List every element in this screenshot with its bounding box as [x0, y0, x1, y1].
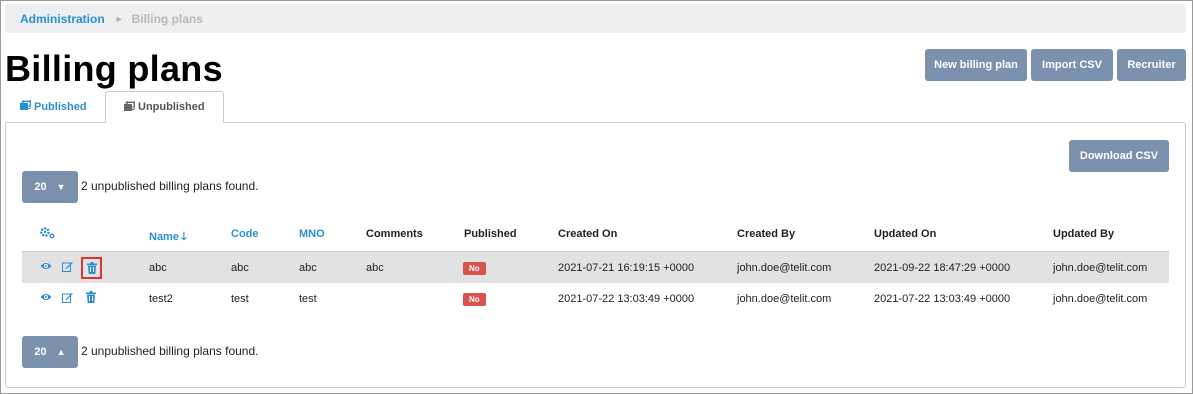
column-header-updated-by: Updated By: [1053, 228, 1115, 240]
cell-comments: abc: [366, 262, 384, 274]
breadcrumb: Administration ► Billing plans: [5, 4, 1186, 33]
column-header-created-by: Created By: [737, 228, 796, 240]
page-title: Billing plans: [5, 48, 223, 89]
caret-down-icon: ▼: [56, 182, 66, 192]
breadcrumb-administration[interactable]: Administration: [20, 12, 105, 26]
results-count-top: 2 unpublished billing plans found.: [81, 179, 259, 193]
table-row: test2 test test No 2021-07-22 13:03:49 +…: [22, 283, 1169, 315]
column-settings-icon[interactable]: [39, 226, 55, 242]
results-count-bottom: 2 unpublished billing plans found.: [81, 344, 259, 358]
page-size-value: 20: [34, 181, 47, 193]
column-header-published: Published: [464, 228, 517, 240]
cell-name: abc: [149, 262, 167, 274]
cell-updated-on: 2021-09-22 18:47:29 +0000: [874, 262, 1011, 274]
cell-created-on: 2021-07-21 16:19:15 +0000: [558, 262, 695, 274]
column-header-comments: Comments: [366, 228, 423, 240]
unpublished-tab-icon: [124, 100, 135, 114]
delete-icon[interactable]: [86, 291, 96, 306]
cell-created-by: john.doe@telit.com: [737, 293, 832, 305]
tab-unpublished-label: Unpublished: [138, 101, 205, 113]
column-header-mno[interactable]: MNO: [299, 228, 325, 240]
cell-mno: test: [299, 293, 317, 305]
cell-code: test: [231, 293, 249, 305]
column-header-updated-on: Updated On: [874, 228, 937, 240]
column-header-code[interactable]: Code: [231, 228, 259, 240]
edit-icon[interactable]: [62, 261, 73, 275]
page-size-value: 20: [34, 346, 47, 358]
published-tab-icon: [20, 99, 31, 113]
column-header-name-label: Name: [149, 231, 179, 243]
cell-updated-by: john.doe@telit.com: [1053, 262, 1148, 274]
cell-name: test2: [149, 293, 173, 305]
cell-updated-by: john.doe@telit.com: [1053, 293, 1148, 305]
cell-code: abc: [231, 262, 249, 274]
view-icon[interactable]: [40, 292, 52, 305]
tab-published[interactable]: Published: [6, 91, 106, 122]
table-row: abc abc abc abc No 2021-07-21 16:19:15 +…: [22, 251, 1169, 283]
status-badge: No: [463, 262, 486, 275]
column-header-name[interactable]: Name 🡓: [149, 228, 187, 247]
column-header-created-on: Created On: [558, 228, 618, 240]
billing-plans-panel: Download CSV 20 ▼ 2 unpublished billing …: [5, 122, 1186, 388]
new-billing-plan-button[interactable]: New billing plan: [925, 49, 1027, 81]
page-size-select-bottom[interactable]: 20 ▲: [22, 336, 78, 368]
edit-icon[interactable]: [62, 292, 73, 306]
recruiter-button[interactable]: Recruiter: [1117, 49, 1186, 81]
import-csv-button[interactable]: Import CSV: [1031, 49, 1113, 81]
tab-published-label: Published: [34, 100, 87, 113]
breadcrumb-separator-icon: ►: [114, 13, 124, 24]
view-icon[interactable]: [40, 261, 52, 274]
cell-updated-on: 2021-07-22 13:03:49 +0000: [874, 293, 1011, 305]
sort-desc-icon: 🡓: [180, 231, 187, 243]
caret-up-icon: ▲: [56, 347, 66, 357]
tab-unpublished[interactable]: Unpublished: [105, 91, 224, 123]
breadcrumb-current: Billing plans: [131, 11, 203, 26]
cell-created-on: 2021-07-22 13:03:49 +0000: [558, 293, 695, 305]
cell-created-by: john.doe@telit.com: [737, 262, 832, 274]
page-size-select-top[interactable]: 20 ▼: [22, 171, 78, 203]
cell-mno: abc: [299, 262, 317, 274]
delete-icon[interactable]: [81, 257, 102, 279]
download-csv-button[interactable]: Download CSV: [1069, 140, 1169, 172]
status-badge: No: [463, 293, 486, 306]
